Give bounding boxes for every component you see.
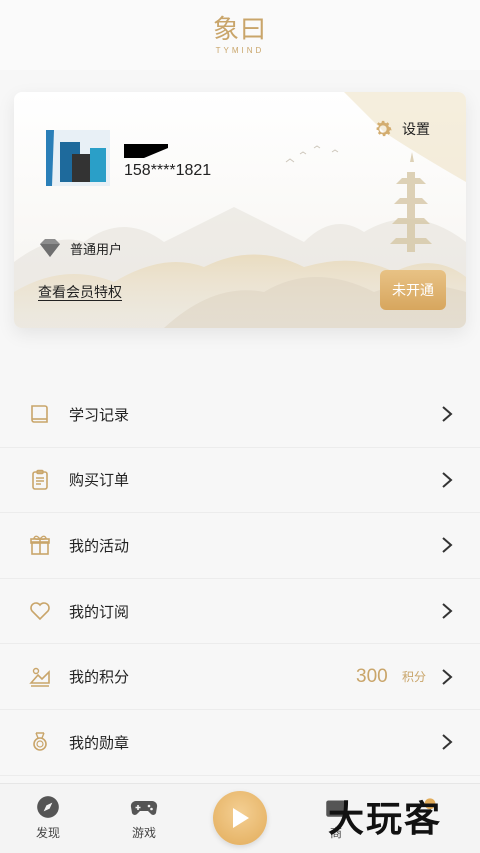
heart-icon bbox=[30, 602, 50, 621]
member-level: 普通用户 bbox=[38, 238, 122, 258]
menu-label: 学习记录 bbox=[69, 405, 130, 424]
chevron-right-icon bbox=[442, 537, 453, 554]
profile-card: 158****1821 设置 普通用户 查看会员特权 未开通 bbox=[14, 92, 466, 328]
diamond-icon bbox=[40, 239, 60, 257]
chevron-right-icon bbox=[442, 734, 453, 751]
menu-item-points[interactable]: 我的积分 300 积分 bbox=[0, 644, 480, 710]
phone-number: 158****1821 bbox=[124, 162, 212, 179]
settings-label: 设置 bbox=[402, 122, 430, 138]
chevron-right-icon bbox=[442, 603, 453, 619]
book-icon bbox=[31, 405, 48, 424]
gear-icon bbox=[376, 120, 392, 137]
settings-button[interactable]: 设置 bbox=[372, 118, 430, 140]
menu-label: 我的活动 bbox=[69, 536, 130, 555]
menu-list: 学习记录 购买订单 我的活动 我的订阅 我的积分 300 积分 我的勋章 bbox=[0, 382, 480, 776]
gift-icon bbox=[30, 536, 50, 556]
chevron-right-icon bbox=[442, 406, 453, 423]
logo-subtitle: TYMIND bbox=[215, 45, 265, 55]
avatar[interactable] bbox=[46, 130, 110, 186]
menu-item-orders[interactable]: 购买订单 bbox=[0, 448, 480, 514]
watermark: 大玩客 bbox=[328, 799, 443, 840]
play-icon bbox=[233, 808, 249, 828]
points-icon bbox=[29, 667, 50, 687]
chevron-right-icon bbox=[442, 472, 453, 488]
vip-privileges-link[interactable]: 查看会员特权 bbox=[38, 282, 122, 302]
tab-games[interactable]: 游戏 bbox=[114, 794, 174, 841]
medal-icon bbox=[33, 732, 47, 752]
redaction-mark bbox=[124, 144, 168, 158]
clipboard-icon bbox=[32, 469, 48, 490]
menu-label: 我的订阅 bbox=[69, 602, 130, 621]
menu-label: 我的积分 bbox=[69, 668, 130, 687]
chevron-right-icon bbox=[442, 668, 453, 685]
menu-label: 购买订单 bbox=[69, 471, 130, 490]
tab-discover[interactable]: 发现 bbox=[18, 794, 78, 841]
menu-item-study-records[interactable]: 学习记录 bbox=[0, 382, 480, 448]
logo: 象曰 bbox=[212, 14, 267, 45]
play-button[interactable] bbox=[213, 791, 267, 845]
compass-icon bbox=[37, 796, 59, 818]
points-value: 300 bbox=[356, 665, 388, 687]
menu-label: 我的勋章 bbox=[69, 733, 130, 752]
tab-label: 发现 bbox=[35, 826, 60, 840]
app-header: 象曰 TYMIND bbox=[0, 0, 480, 70]
activate-membership-button[interactable]: 未开通 bbox=[380, 270, 446, 310]
tab-label: 游戏 bbox=[131, 826, 156, 840]
menu-item-subscriptions[interactable]: 我的订阅 bbox=[0, 579, 480, 645]
menu-item-activities[interactable]: 我的活动 bbox=[0, 513, 480, 579]
points-unit: 积分 bbox=[402, 670, 427, 685]
gamepad-icon bbox=[130, 800, 158, 815]
member-level-label: 普通用户 bbox=[70, 242, 123, 258]
menu-item-medals[interactable]: 我的勋章 bbox=[0, 710, 480, 776]
